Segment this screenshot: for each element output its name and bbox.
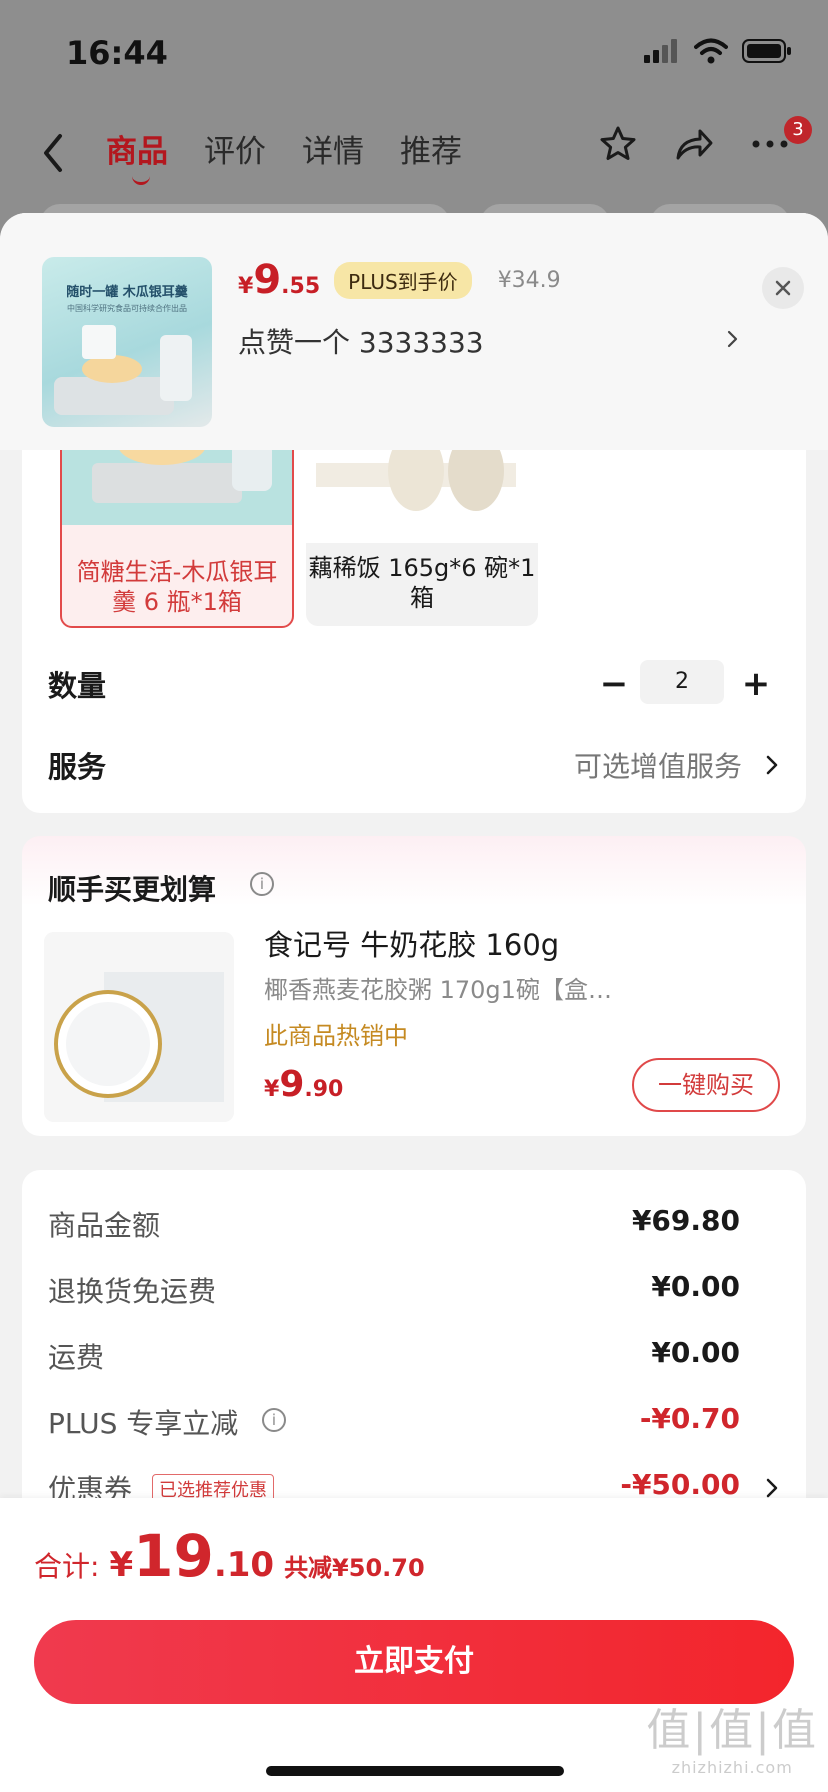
bundle-price-currency: ¥ xyxy=(264,1077,280,1102)
decrease-button[interactable]: − xyxy=(596,666,632,702)
status-bar: 16:44 xyxy=(0,0,828,100)
share-icon[interactable] xyxy=(674,124,714,164)
bundle-price: ¥ 9 .90 xyxy=(264,1064,343,1105)
nav-actions xyxy=(598,124,790,164)
watermark-logo: 值|值|值 xyxy=(646,1705,818,1756)
thumbnail-illustration xyxy=(54,325,192,415)
back-icon[interactable] xyxy=(38,128,68,178)
quantity-label: 数量 xyxy=(48,669,107,703)
service-label: 服务 xyxy=(48,750,107,784)
thumbnail-title: 随时一罐 木瓜银耳羹 xyxy=(66,285,188,300)
sku-option-label: 羹 6 瓶*1箱 xyxy=(112,588,242,616)
summary-value: -¥50.00 xyxy=(620,1468,740,1501)
chevron-right-icon xyxy=(766,1478,778,1498)
summary-row-shipping: 运费 ¥0.00 xyxy=(22,1336,806,1376)
total-saved: 共减¥50.70 xyxy=(284,1554,425,1582)
status-icons xyxy=(644,38,792,64)
bundle-product-description: 椰香燕麦花胶粥 170g1碗【盒… xyxy=(264,976,612,1004)
bundle-product-illustration xyxy=(44,932,234,1122)
close-button[interactable] xyxy=(762,267,804,309)
price-currency: ¥ xyxy=(238,274,254,299)
total-label: 合计: xyxy=(34,1550,100,1583)
sku-option-label: 简糖生活-木瓜银耳 xyxy=(76,558,278,586)
summary-label: 退换货免运费 xyxy=(48,1275,217,1308)
summary-label: PLUS 专享立减 xyxy=(48,1407,239,1440)
total-integer: 19 xyxy=(133,1522,214,1590)
tab-reviews[interactable]: 评价 xyxy=(204,126,266,171)
tab-details[interactable]: 详情 xyxy=(302,126,364,171)
total-currency: ¥ xyxy=(109,1545,134,1585)
tab-recommend[interactable]: 推荐 xyxy=(400,126,462,171)
notification-badge: 3 xyxy=(784,116,812,144)
bundle-product-image xyxy=(44,932,234,1122)
watermark: 值|值|值 zhizhizhi.com xyxy=(646,1694,818,1777)
pay-now-button[interactable]: 立即支付 xyxy=(34,1620,794,1704)
bundle-hot-label: 此商品热销中 xyxy=(264,1022,408,1050)
summary-value: -¥0.70 xyxy=(639,1402,740,1435)
summary-row-plus-discount: PLUS 专享立减 i -¥0.70 xyxy=(22,1402,806,1442)
sku-option-label: 箱 xyxy=(410,584,434,612)
summary-value: ¥69.80 xyxy=(631,1204,740,1237)
nav-bar: 商品 评价 详情 推荐 3 xyxy=(0,110,828,200)
tab-product[interactable]: 商品 xyxy=(106,126,168,185)
plus-price-badge: PLUS到手价 xyxy=(334,261,472,299)
total-decimal: .10 xyxy=(213,1545,275,1585)
like-text[interactable]: 点赞一个 3333333 xyxy=(238,321,484,361)
bundle-title: 顺手买更划算 xyxy=(48,873,217,906)
status-time: 16:44 xyxy=(66,34,168,72)
close-icon xyxy=(775,280,791,296)
home-indicator xyxy=(266,1766,564,1776)
product-summary-card: 随时一罐 木瓜银耳羹 中国科学研究食品可持续合作出品 ¥ 9 .55 PLUS到… xyxy=(0,213,828,450)
chevron-right-icon xyxy=(766,755,778,775)
sku-option-label: 藕稀饭 165g*6 碗*1 xyxy=(308,554,536,582)
signal-icon xyxy=(644,39,677,63)
summary-value: ¥0.00 xyxy=(651,1270,740,1303)
service-value[interactable]: 可选增值服务 xyxy=(574,745,742,785)
bundle-card: 顺手买更划算 i 食记号 牛奶花胶 160g 椰香燕麦花胶粥 170g1碗【盒…… xyxy=(22,836,806,1136)
increase-button[interactable]: + xyxy=(738,666,774,702)
price-decimal: .55 xyxy=(281,274,321,299)
summary-row-return-shipping: 退换货免运费 ¥0.00 xyxy=(22,1270,806,1310)
quantity-value[interactable]: 2 xyxy=(640,660,724,704)
battery-icon xyxy=(742,39,791,63)
nav-tabs: 商品 评价 详情 推荐 xyxy=(106,126,462,185)
summary-label: 商品金额 xyxy=(48,1209,161,1242)
info-icon[interactable]: i xyxy=(250,872,274,896)
wifi-icon xyxy=(694,38,728,64)
total-line: 合计: ¥ 19 .10 共减¥50.70 xyxy=(34,1522,425,1590)
price-row: ¥ 9 .55 PLUS到手价 ¥34.9 xyxy=(238,257,561,303)
info-icon[interactable]: i xyxy=(262,1408,286,1432)
original-price: ¥34.9 xyxy=(497,267,561,293)
one-click-buy-button[interactable]: 一键购买 xyxy=(632,1058,780,1112)
chevron-right-icon[interactable] xyxy=(722,329,742,349)
bundle-price-decimal: .90 xyxy=(304,1077,344,1102)
star-icon[interactable] xyxy=(598,124,638,164)
price-integer: 9 xyxy=(253,257,282,303)
product-thumbnail: 随时一罐 木瓜银耳羹 中国科学研究食品可持续合作出品 xyxy=(42,257,212,427)
summary-value: ¥0.00 xyxy=(651,1336,740,1369)
summary-label: 运费 xyxy=(48,1341,105,1374)
summary-row-subtotal: 商品金额 ¥69.80 xyxy=(22,1204,806,1244)
watermark-url: zhizhizhi.com xyxy=(671,1758,793,1777)
checkout-bar: 合计: ¥ 19 .10 共减¥50.70 立即支付 值|值|值 zhizhiz… xyxy=(0,1498,828,1792)
thumbnail-subtitle: 中国科学研究食品可持续合作出品 xyxy=(67,304,187,313)
bundle-product-name[interactable]: 食记号 牛奶花胶 160g xyxy=(264,922,559,964)
bundle-price-integer: 9 xyxy=(279,1064,305,1105)
